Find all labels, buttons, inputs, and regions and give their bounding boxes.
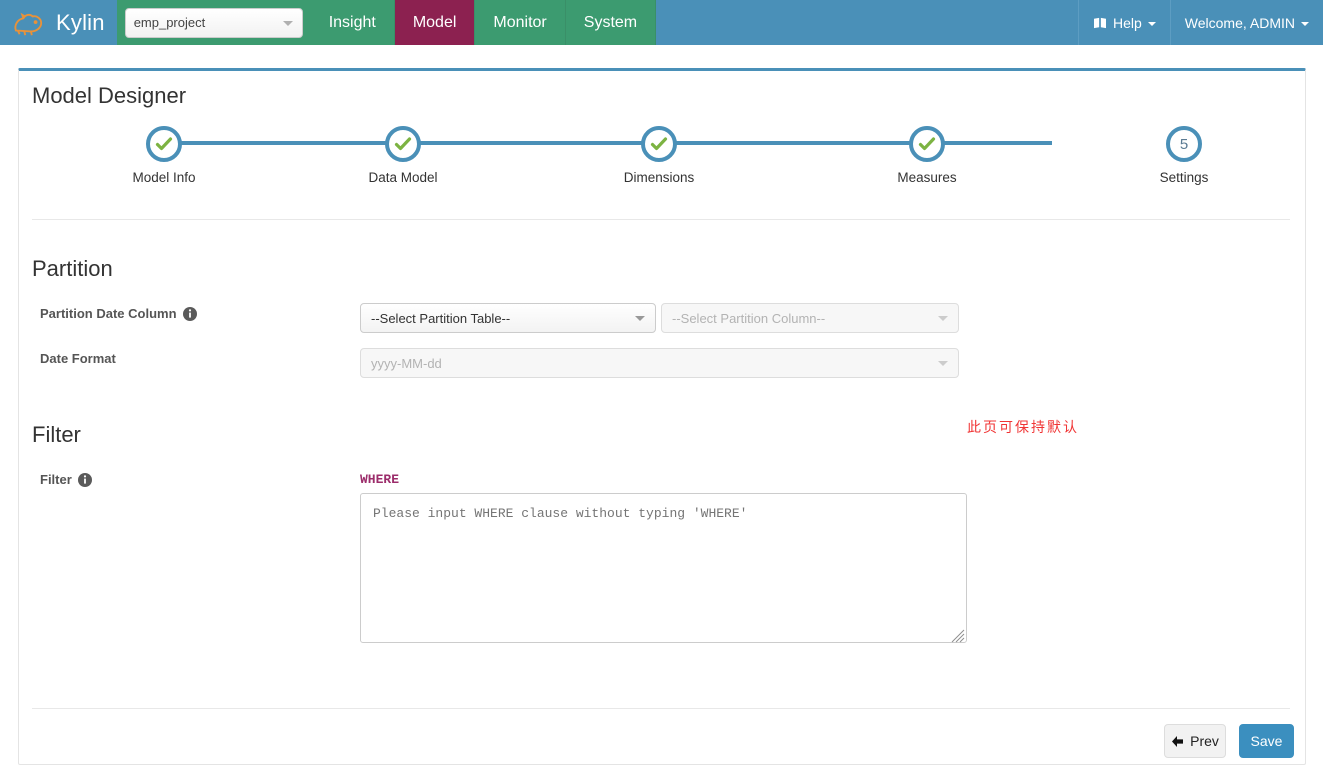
step-circle — [641, 126, 677, 162]
step-label: Measures — [897, 170, 957, 185]
filter-section-title: Filter — [32, 422, 81, 447]
step-data-model[interactable]: Data Model — [348, 126, 458, 185]
page-title: Model Designer — [32, 83, 187, 108]
chevron-down-icon — [938, 361, 948, 366]
chevron-down-icon — [938, 316, 948, 321]
nav-spacer — [656, 0, 1078, 45]
step-number: 5 — [1179, 135, 1189, 153]
step-dimensions[interactable]: Dimensions — [604, 126, 714, 185]
filter-label: Filter — [40, 472, 92, 487]
nav-tabs: Insight Model Monitor System — [310, 0, 657, 45]
step-circle: 5 — [1166, 126, 1202, 162]
label-text: Filter — [40, 472, 72, 487]
partition-table-value: --Select Partition Table-- — [371, 310, 511, 326]
help-menu[interactable]: Help — [1077, 0, 1170, 45]
step-label: Dimensions — [623, 170, 695, 185]
step-label: Settings — [1159, 170, 1209, 185]
nav-tab-system[interactable]: System — [565, 0, 657, 45]
resize-grip-icon[interactable] — [951, 629, 965, 643]
project-select-value: emp_project — [133, 15, 206, 30]
annotation-note: 此页可保持默认 — [967, 420, 1079, 436]
save-button[interactable]: Save — [1239, 724, 1294, 758]
nav-tab-label: Model — [412, 13, 457, 31]
project-select[interactable]: emp_project — [124, 7, 303, 38]
nav-tab-label: System — [583, 13, 638, 31]
check-icon — [154, 134, 174, 154]
step-label: Model Info — [132, 170, 196, 185]
info-icon[interactable] — [77, 472, 92, 487]
save-label: Save — [1250, 733, 1283, 749]
nav-right-group: Help Welcome, ADMIN — [1077, 0, 1323, 45]
nav-tab-model[interactable]: Model — [394, 0, 476, 45]
book-icon — [1093, 17, 1107, 29]
model-designer-panel: Model Designer Model Info Data Model Dim… — [18, 68, 1306, 765]
brand[interactable]: Kylin — [0, 0, 117, 45]
project-selector-band: emp_project — [116, 0, 311, 45]
partition-section-title: Partition — [32, 256, 113, 281]
partition-column-select[interactable]: --Select Partition Column-- — [661, 303, 959, 333]
footer-divider — [32, 708, 1290, 709]
user-menu[interactable]: Welcome, ADMIN — [1169, 0, 1323, 45]
step-label: Data Model — [368, 170, 438, 185]
date-format-label: Date Format — [40, 351, 116, 366]
label-text: Date Format — [40, 351, 116, 366]
partition-table-select[interactable]: --Select Partition Table-- — [360, 303, 656, 333]
arrow-left-icon — [1171, 735, 1184, 748]
step-measures[interactable]: Measures — [872, 126, 982, 185]
date-format-value: yyyy-MM-dd — [371, 355, 442, 371]
step-model-info[interactable]: Model Info — [109, 126, 219, 185]
info-icon[interactable] — [182, 306, 197, 321]
nav-tab-label: Monitor — [493, 13, 547, 31]
check-icon — [917, 134, 937, 154]
check-icon — [649, 134, 669, 154]
chevron-down-icon — [1301, 21, 1309, 26]
kylin-logo-icon — [10, 8, 48, 38]
date-format-select[interactable]: yyyy-MM-dd — [360, 348, 959, 378]
nav-tab-label: Insight — [328, 13, 376, 31]
step-circle — [385, 126, 421, 162]
stepper-divider — [32, 219, 1290, 220]
check-icon — [393, 134, 413, 154]
nav-tab-insight[interactable]: Insight — [310, 0, 395, 45]
top-navbar: Kylin emp_project Insight Model Monitor … — [0, 0, 1323, 45]
chevron-down-icon — [635, 316, 645, 321]
brand-label: Kylin — [56, 9, 105, 35]
prev-label: Prev — [1190, 733, 1219, 749]
step-circle — [909, 126, 945, 162]
step-circle — [146, 126, 182, 162]
prev-button[interactable]: Prev — [1164, 724, 1226, 758]
nav-tab-monitor[interactable]: Monitor — [475, 0, 566, 45]
step-settings[interactable]: 5 Settings — [1129, 126, 1239, 185]
chevron-down-icon — [1147, 21, 1156, 26]
help-label: Help — [1112, 14, 1142, 31]
user-label: Welcome, ADMIN — [1184, 14, 1295, 31]
partition-date-column-label: Partition Date Column — [40, 306, 197, 321]
chevron-down-icon — [282, 20, 293, 26]
where-label: WHERE — [360, 472, 400, 487]
partition-column-value: --Select Partition Column-- — [672, 310, 826, 326]
label-text: Partition Date Column — [40, 306, 177, 321]
wizard-stepper: Model Info Data Model Dimensions Measure… — [32, 126, 1290, 206]
filter-where-textarea[interactable] — [360, 493, 967, 643]
